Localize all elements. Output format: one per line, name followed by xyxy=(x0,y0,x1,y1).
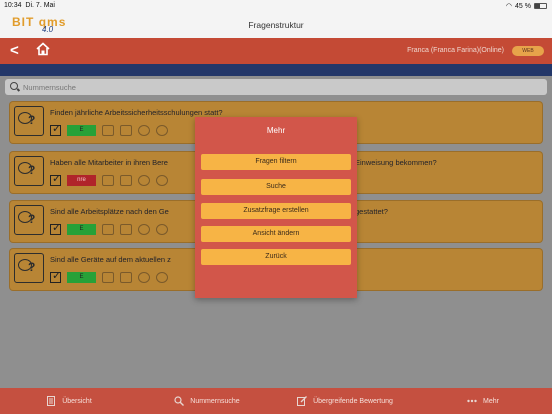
question-icon xyxy=(14,156,44,186)
question-actions: nre xyxy=(50,172,168,186)
user-label: Franca (Franca Farina)(Online) xyxy=(407,47,504,54)
question-text: Sind alle Arbeitsplätze nach den Ge xyxy=(50,207,169,216)
question-actions: E xyxy=(50,221,168,235)
rating-badge[interactable]: E xyxy=(67,272,96,283)
checkbox-icon[interactable] xyxy=(50,172,61,186)
question-actions: E xyxy=(50,269,168,283)
checkbox-icon[interactable] xyxy=(50,269,61,283)
tab-label: Übergreifende Bewertung xyxy=(313,397,393,405)
wifi-icon: ◠ xyxy=(505,3,513,10)
brand-logo-small: WEB xyxy=(512,46,544,56)
document-icon[interactable] xyxy=(120,224,132,235)
battery-text: 45 % xyxy=(515,2,531,10)
tab-number-search[interactable]: Nummernsuche xyxy=(138,388,276,414)
more-popup: Mehr Fragen filtern Suche Zusatzfrage er… xyxy=(195,117,357,298)
back-icon[interactable]: < xyxy=(10,42,19,59)
document-icon xyxy=(47,396,56,406)
question-text-tail: Einweisung bekommen? xyxy=(355,158,437,167)
question-text-tail: gestattet? xyxy=(355,207,388,216)
tab-label: Übersicht xyxy=(62,397,92,405)
question-icon xyxy=(14,205,44,235)
search-button[interactable]: Suche xyxy=(201,179,351,195)
tab-bar: Übersicht Nummernsuche Übergreifende Bew… xyxy=(0,388,552,414)
search-icon xyxy=(10,82,18,90)
search-icon xyxy=(174,396,185,406)
search-placeholder: Nummernsuche xyxy=(23,83,76,92)
list-icon[interactable] xyxy=(102,125,114,136)
home-icon[interactable] xyxy=(36,42,50,61)
tab-label: Mehr xyxy=(483,397,499,405)
question-text: Finden jährliche Arbeitssicherheitsschul… xyxy=(50,108,223,117)
document-icon[interactable] xyxy=(120,125,132,136)
list-icon[interactable] xyxy=(102,175,114,186)
nav-bar: < Franca (Franca Farina)(Online) WEB xyxy=(0,38,552,64)
status-bar: 10:34 Di. 7. Mai ◠ 45 % xyxy=(0,0,552,12)
list-icon[interactable] xyxy=(102,272,114,283)
question-actions: E xyxy=(50,122,168,136)
app-header: BIT qms 4.0 Fragenstruktur xyxy=(0,12,552,38)
document-icon[interactable] xyxy=(120,175,132,186)
change-view-button[interactable]: Ansicht ändern xyxy=(201,226,351,242)
status-time: 10:34 Di. 7. Mai xyxy=(4,2,55,9)
tab-label: Nummernsuche xyxy=(190,397,240,405)
rating-badge[interactable]: E xyxy=(67,125,96,136)
divider-stripe xyxy=(0,64,552,76)
gear-icon[interactable] xyxy=(138,175,150,186)
tab-more[interactable]: Mehr xyxy=(414,388,552,414)
question-text: Sind alle Geräte auf dem aktuellen z xyxy=(50,255,171,264)
camera-icon[interactable] xyxy=(156,272,168,283)
gear-icon[interactable] xyxy=(138,224,150,235)
page-title: Fragenstruktur xyxy=(248,20,304,30)
battery-icon xyxy=(534,3,547,9)
camera-icon[interactable] xyxy=(156,175,168,186)
question-icon xyxy=(14,106,44,136)
filter-questions-button[interactable]: Fragen filtern xyxy=(201,154,351,170)
rating-badge[interactable]: E xyxy=(67,224,96,235)
gear-icon[interactable] xyxy=(138,125,150,136)
checkbox-icon[interactable] xyxy=(50,221,61,235)
search-field[interactable]: Nummernsuche xyxy=(5,79,547,95)
camera-icon[interactable] xyxy=(156,125,168,136)
question-icon xyxy=(14,253,44,283)
camera-icon[interactable] xyxy=(156,224,168,235)
gear-icon[interactable] xyxy=(138,272,150,283)
checkbox-icon[interactable] xyxy=(50,122,61,136)
back-button[interactable]: Zurück xyxy=(201,249,351,265)
status-right: ◠ 45 % xyxy=(506,2,547,10)
tab-overall-rating[interactable]: Übergreifende Bewertung xyxy=(276,388,414,414)
popup-title: Mehr xyxy=(266,126,286,135)
rating-badge[interactable]: nre xyxy=(67,175,96,186)
document-icon[interactable] xyxy=(120,272,132,283)
question-text: Haben alle Mitarbeiter in ihren Bere xyxy=(50,158,168,167)
list-icon[interactable] xyxy=(102,224,114,235)
create-extra-question-button[interactable]: Zusatzfrage erstellen xyxy=(201,203,351,219)
more-icon xyxy=(467,399,477,403)
tab-overview[interactable]: Übersicht xyxy=(0,388,138,414)
edit-icon xyxy=(297,396,308,406)
